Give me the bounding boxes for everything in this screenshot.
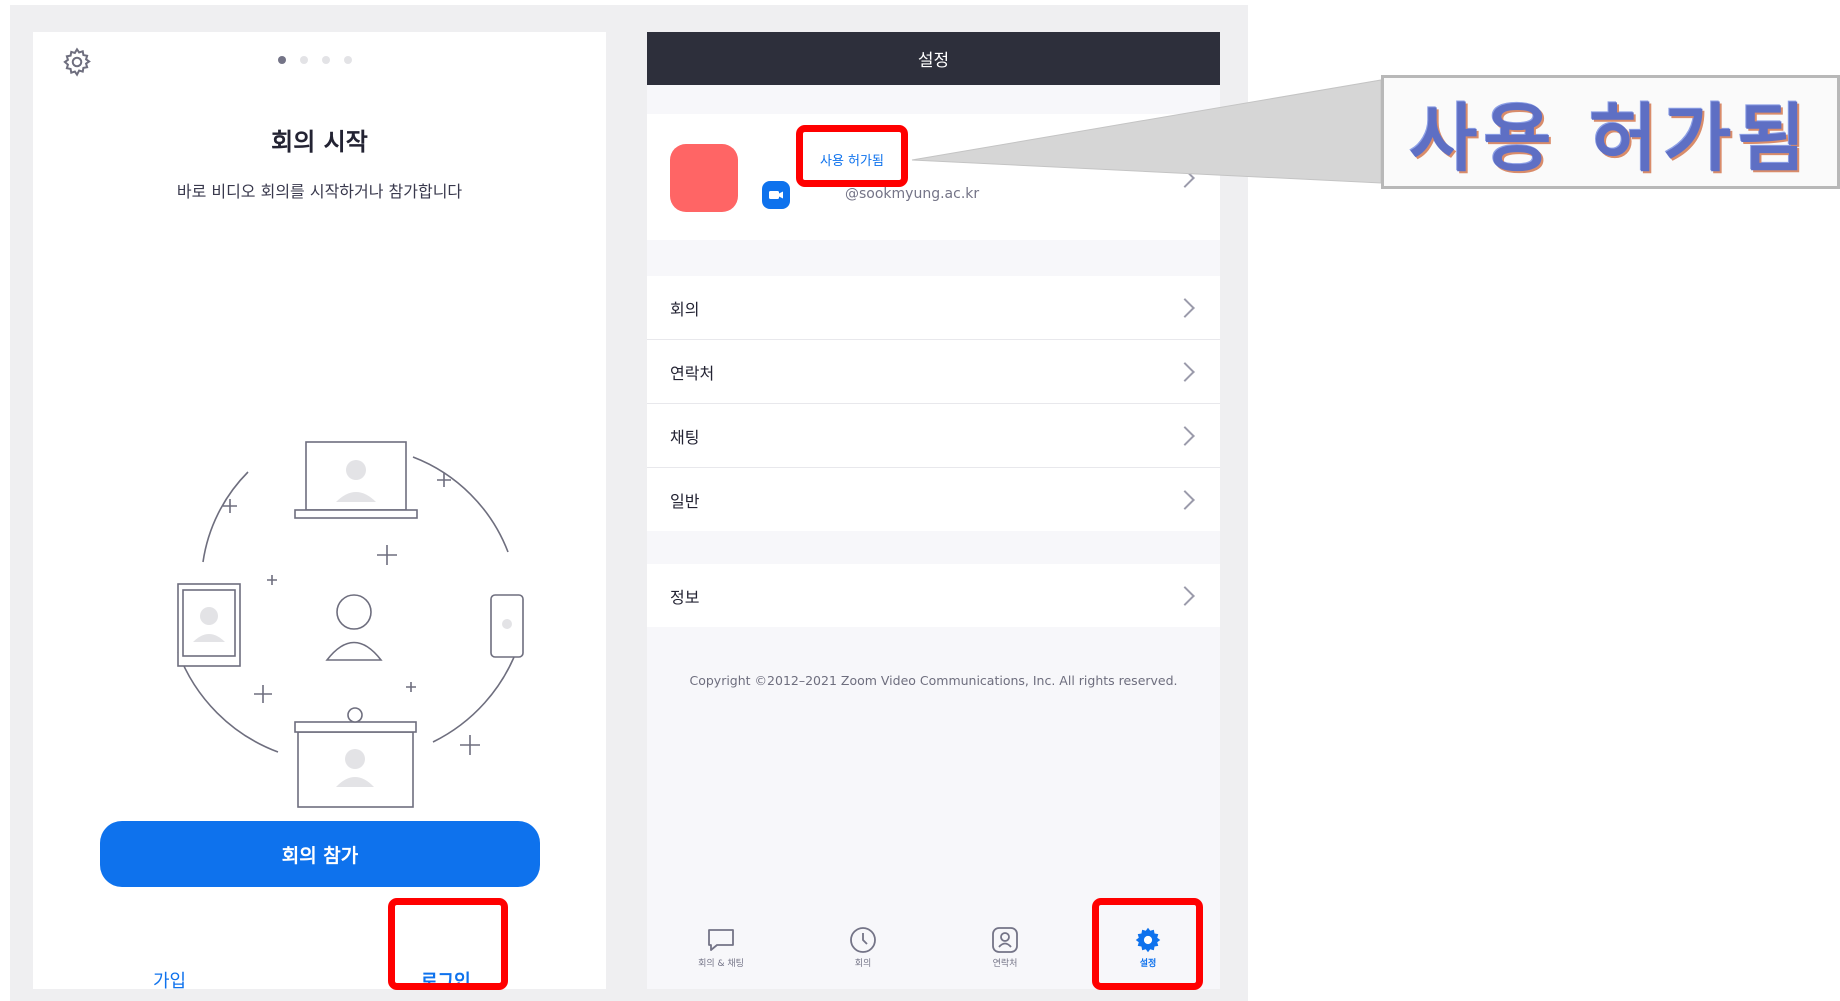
callout-text: 사용 허가됨	[1409, 95, 1812, 182]
callout-box: 사용 허가됨	[1381, 75, 1840, 189]
